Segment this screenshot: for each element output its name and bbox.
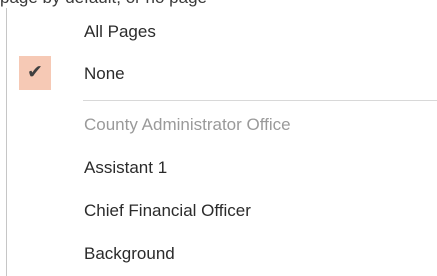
menu-separator bbox=[83, 100, 437, 101]
menu-section-header: County Administrator Office bbox=[7, 105, 437, 145]
menu-item-none[interactable]: ✔ None bbox=[7, 54, 437, 94]
checked-indicator: ✔ bbox=[19, 56, 51, 90]
menu-item-label: Background bbox=[84, 244, 175, 263]
menu-item-label: Chief Financial Officer bbox=[84, 201, 251, 220]
partial-context-text-strip: page by default, or no page bbox=[0, 0, 437, 8]
menu-item-background[interactable]: Background bbox=[7, 234, 437, 274]
menu-item-all-pages[interactable]: All Pages bbox=[7, 12, 437, 52]
menu-item-label: None bbox=[84, 64, 125, 83]
partial-context-text: page by default, or no page bbox=[0, 0, 207, 8]
menu-item-label: All Pages bbox=[84, 22, 156, 41]
dropdown-menu: All Pages ✔ None County Administrator Of… bbox=[6, 8, 437, 276]
menu-item-label: Assistant 1 bbox=[84, 158, 168, 177]
menu-item-chief-financial-officer[interactable]: Chief Financial Officer bbox=[7, 191, 437, 231]
checkmark-icon: ✔ bbox=[27, 62, 43, 83]
menu-item-assistant-1[interactable]: Assistant 1 bbox=[7, 148, 437, 188]
section-header-label: County Administrator Office bbox=[84, 115, 291, 134]
